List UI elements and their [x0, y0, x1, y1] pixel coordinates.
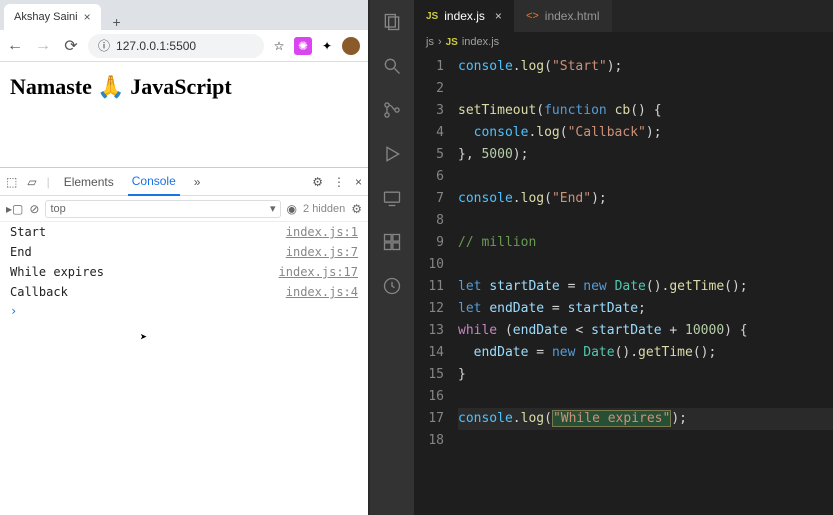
context-value: top [50, 203, 65, 215]
tab-more[interactable]: » [190, 169, 205, 195]
cursor-icon: ➤ [140, 330, 508, 344]
context-selector[interactable]: top ▾ [45, 200, 280, 218]
editor-tab-index-js[interactable]: JS index.js × [414, 0, 514, 32]
close-icon[interactable]: × [495, 9, 502, 23]
new-tab-button[interactable]: + [105, 14, 129, 30]
editor-tab-index-html[interactable]: <> index.html [514, 0, 612, 32]
run-debug-icon[interactable] [380, 142, 404, 166]
js-file-icon: JS [426, 11, 438, 22]
devtools-tabbar: ⬚ ▱ | Elements Console » ⚙ ⋮ × [0, 168, 368, 196]
close-icon[interactable]: × [84, 10, 91, 24]
log-row: Callbackindex.js:4 [0, 282, 368, 302]
breadcrumb[interactable]: js › JS index.js [414, 32, 833, 52]
explorer-icon[interactable] [380, 10, 404, 34]
sidebar-toggle-icon[interactable]: ▸▢ [6, 202, 23, 216]
crumb-file: index.js [462, 36, 499, 48]
tab-elements[interactable]: Elements [60, 169, 118, 195]
hidden-count: 2 hidden [303, 203, 345, 215]
devtools-panel: ⬚ ▱ | Elements Console » ⚙ ⋮ × ▸▢ ⊘ top … [0, 167, 368, 515]
avatar-icon[interactable] [342, 37, 360, 55]
code-editor[interactable]: 123456789101112131415161718 console.log(… [414, 52, 833, 515]
editor-tabs: JS index.js × <> index.html [414, 0, 833, 32]
log-row: While expiresindex.js:17 [0, 262, 368, 282]
log-source-link[interactable]: index.js:4 [286, 285, 358, 299]
page-body: Namaste 🙏 JavaScript [0, 62, 368, 167]
activity-bar [370, 0, 414, 515]
log-row: Startindex.js:1 [0, 222, 368, 242]
star-icon[interactable]: ☆ [270, 37, 288, 55]
chrome-toolbar: ← → ⟳ ⓘ 127.0.0.1:5500 ☆ ✺ ✦ [0, 30, 368, 62]
eye-icon[interactable]: ◉ [287, 202, 297, 216]
page-heading: Namaste 🙏 JavaScript [10, 74, 232, 99]
extension-icon[interactable]: ✺ [294, 37, 312, 55]
browser-tab[interactable]: Akshay Saini × [4, 4, 101, 30]
tab-title: Akshay Saini [14, 11, 78, 23]
inspect-icon[interactable]: ⬚ [6, 175, 17, 189]
remote-icon[interactable] [380, 186, 404, 210]
url-text: 127.0.0.1:5500 [116, 39, 196, 53]
chevron-down-icon: ▾ [270, 202, 276, 215]
editor-area: JS index.js × <> index.html js › JS inde… [414, 0, 833, 515]
device-icon[interactable]: ▱ [27, 175, 36, 189]
search-icon[interactable] [380, 54, 404, 78]
crumb-folder: js [426, 36, 434, 48]
chrome-tabstrip: Akshay Saini × + [0, 0, 368, 30]
tab-label: index.html [545, 9, 600, 23]
line-gutter: 123456789101112131415161718 [414, 52, 454, 515]
console-prompt[interactable]: › [0, 302, 368, 320]
log-source-link[interactable]: index.js:7 [286, 245, 358, 259]
info-icon: ⓘ [98, 37, 110, 54]
timeline-icon[interactable] [380, 274, 404, 298]
extension-icons: ☆ ✺ ✦ [270, 37, 364, 55]
reload-button[interactable]: ⟳ [60, 35, 82, 57]
log-row: Endindex.js:7 [0, 242, 368, 262]
html-file-icon: <> [526, 10, 539, 22]
js-file-icon: JS [446, 37, 458, 48]
chrome-browser-window: Akshay Saini × + ← → ⟳ ⓘ 127.0.0.1:5500 … [0, 0, 370, 515]
forward-button[interactable]: → [32, 35, 54, 57]
console-filterbar: ▸▢ ⊘ top ▾ ◉ 2 hidden ⚙ [0, 196, 368, 222]
console-output: Startindex.js:1 Endindex.js:7 While expi… [0, 222, 368, 515]
vscode-window: JS index.js × <> index.html js › JS inde… [370, 0, 833, 515]
extensions-icon[interactable] [380, 230, 404, 254]
chevron-right-icon: › [438, 36, 442, 48]
address-bar[interactable]: ⓘ 127.0.0.1:5500 [88, 34, 264, 58]
tab-label: index.js [444, 9, 485, 23]
close-icon[interactable]: × [355, 175, 362, 189]
gear-icon[interactable]: ⚙ [351, 202, 362, 216]
log-source-link[interactable]: index.js:17 [279, 265, 358, 279]
gear-icon[interactable]: ⚙ [312, 175, 323, 189]
clear-console-icon[interactable]: ⊘ [29, 202, 39, 216]
puzzle-icon[interactable]: ✦ [318, 37, 336, 55]
source-control-icon[interactable] [380, 98, 404, 122]
kebab-icon[interactable]: ⋮ [333, 175, 345, 189]
log-source-link[interactable]: index.js:1 [286, 225, 358, 239]
back-button[interactable]: ← [4, 35, 26, 57]
code-text: console.log("Start"); setTimeout(functio… [454, 52, 833, 515]
tab-console[interactable]: Console [128, 168, 180, 196]
